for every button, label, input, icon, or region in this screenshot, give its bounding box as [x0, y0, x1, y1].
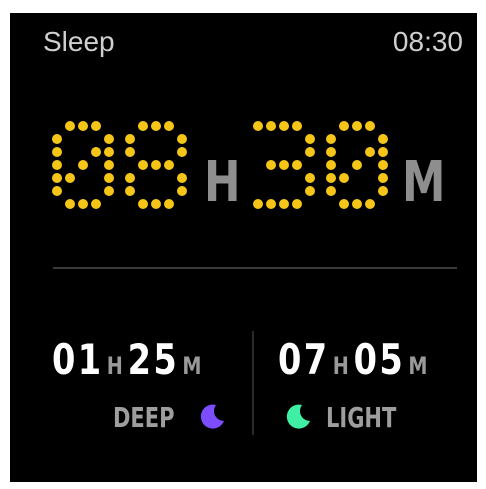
deep-hours: 01 [52, 335, 104, 384]
digit-dot [352, 199, 362, 209]
digit-dot [125, 134, 135, 144]
digit-dot [352, 121, 362, 131]
digit-dot [164, 160, 174, 170]
digit-dot [104, 147, 114, 157]
digit-dot [339, 121, 349, 131]
digit-dot [65, 199, 75, 209]
digit-dot [339, 173, 349, 183]
digit-dot [326, 134, 336, 144]
digit-dot [266, 199, 276, 209]
digit-dot [326, 160, 336, 170]
digit-dot [305, 134, 315, 144]
digit-dot [378, 134, 388, 144]
digit-dot [151, 121, 161, 131]
light-hours-unit: H [332, 352, 349, 380]
digit-dot [138, 121, 148, 131]
digit-dot [91, 147, 101, 157]
digit-dot [138, 199, 148, 209]
screen-title: Sleep [43, 26, 115, 57]
digit-dot [292, 199, 302, 209]
digit-dot [292, 121, 302, 131]
digit-dot [305, 173, 315, 183]
digit-dot [253, 121, 263, 131]
digit-dot [305, 147, 315, 157]
digit-dot [378, 147, 388, 157]
deep-hours-unit: H [106, 352, 123, 380]
digit-dot [52, 160, 62, 170]
light-stage: LIGHT [283, 401, 413, 434]
sleep-screen: Sleep 08:30 H M 01 H 25 M 07 H 05 M DEEP LIGHT [10, 13, 477, 482]
digit-dot [104, 160, 114, 170]
digit-dot [164, 199, 174, 209]
digit-dot [279, 199, 289, 209]
clock-time: 08:30 [392, 26, 463, 57]
total-minutes-digits [253, 121, 389, 221]
digit-dot [104, 134, 114, 144]
column-divider [252, 331, 254, 435]
digit-dot [91, 121, 101, 131]
digit-dot [138, 160, 148, 170]
digit-dot [365, 199, 375, 209]
digit-dot [78, 121, 88, 131]
digit-dot [326, 147, 336, 157]
digit-dot [339, 199, 349, 209]
total-hours-digits [52, 121, 188, 221]
light-minutes: 05 [353, 335, 406, 384]
deep-sleep-duration: 01 H 25 M [52, 335, 245, 384]
deep-stage: DEEP [113, 401, 233, 434]
digit-dot [279, 160, 289, 170]
digit-dot [177, 186, 187, 196]
digit-dot [52, 186, 62, 196]
total-sleep-duration: H M [10, 121, 477, 221]
digit-dot [292, 160, 302, 170]
digit-dot [279, 121, 289, 131]
digit-dot [151, 199, 161, 209]
divider [53, 267, 457, 269]
digit-dot [52, 134, 62, 144]
digit-dot [378, 186, 388, 196]
digit-dot [104, 186, 114, 196]
digit-dot [352, 160, 362, 170]
digit-dot [266, 160, 276, 170]
digit-dot [266, 121, 276, 131]
digit-dot [378, 160, 388, 170]
digit-dot [78, 199, 88, 209]
digit-dot [52, 147, 62, 157]
light-sleep-duration: 07 H 05 M [278, 335, 471, 384]
digit-dot [326, 186, 336, 196]
digit-dot [177, 147, 187, 157]
digit-dot [91, 199, 101, 209]
digit-dot [365, 121, 375, 131]
digit-dot [125, 147, 135, 157]
deep-minutes: 25 [127, 335, 180, 384]
digit-dot [78, 160, 88, 170]
deep-label: DEEP [113, 401, 175, 434]
digit-dot [125, 173, 135, 183]
digit-dot [104, 173, 114, 183]
deep-minutes-unit: M [182, 352, 202, 380]
digit-dot [177, 134, 187, 144]
digit-dot [151, 160, 161, 170]
light-moon-icon [286, 404, 310, 429]
digit-dot [125, 186, 135, 196]
digit-dot [164, 121, 174, 131]
total-hours-unit: H [204, 150, 241, 215]
digit-dot [65, 121, 75, 131]
digit-dot [65, 173, 75, 183]
digit-dot [326, 173, 336, 183]
light-label: LIGHT [326, 401, 397, 434]
light-hours: 07 [278, 335, 330, 384]
digit-dot [253, 199, 263, 209]
digit-dot [305, 186, 315, 196]
total-minutes-unit: M [402, 150, 446, 215]
deep-moon-icon [200, 404, 224, 429]
digit-dot [177, 173, 187, 183]
digit-dot [378, 173, 388, 183]
digit-dot [365, 147, 375, 157]
light-minutes-unit: M [408, 352, 428, 380]
digit-dot [52, 173, 62, 183]
